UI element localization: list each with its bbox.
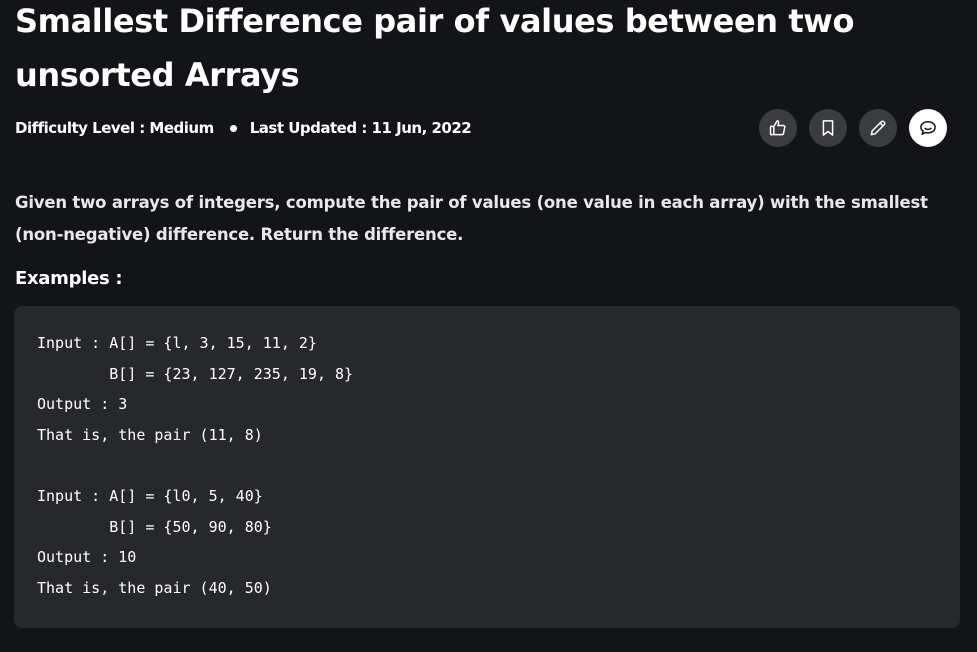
article-actions [759, 109, 947, 147]
like-button[interactable] [759, 109, 797, 147]
code-line: Input : A[] = {l0, 5, 40} [37, 486, 263, 505]
examples-heading: Examples : [15, 268, 123, 289]
code-line: Input : A[] = {l, 3, 15, 11, 2} [37, 334, 317, 352]
article-meta: Difficulty Level : Medium Last Updated :… [15, 117, 472, 139]
last-updated: Last Updated : 11 Jun, 2022 [249, 119, 472, 137]
code-line: B[] = {50, 90, 80} [37, 517, 272, 536]
code-line: Output : 10 [37, 548, 137, 567]
code-line: That is, the pair (11, 8) [37, 425, 263, 444]
problem-description: Given two arrays of integers, compute th… [15, 193, 928, 244]
code-line: Output : 3 [37, 395, 128, 414]
thumbs-up-icon [769, 120, 786, 136]
bookmark-icon [822, 120, 834, 136]
comment-button[interactable] [909, 109, 947, 147]
pencil-icon [870, 120, 886, 136]
code-line: B[] = {23, 127, 235, 19, 8} [37, 364, 354, 383]
code-block: Input : A[] = {l, 3, 15, 11, 2} B[] = {2… [14, 306, 960, 628]
separator-dot [229, 124, 237, 132]
difficulty-level: Difficulty Level : Medium [15, 119, 214, 137]
page-title: Smallest Difference pair of values betwe… [15, 2, 855, 94]
code-text: Input : A[] = {l, 3, 15, 11, 2} B[] = {2… [37, 328, 353, 603]
bookmark-button[interactable] [809, 109, 847, 147]
edit-button[interactable] [859, 109, 897, 147]
chat-icon [920, 121, 936, 135]
code-line: That is, the pair (40, 50) [37, 578, 272, 597]
